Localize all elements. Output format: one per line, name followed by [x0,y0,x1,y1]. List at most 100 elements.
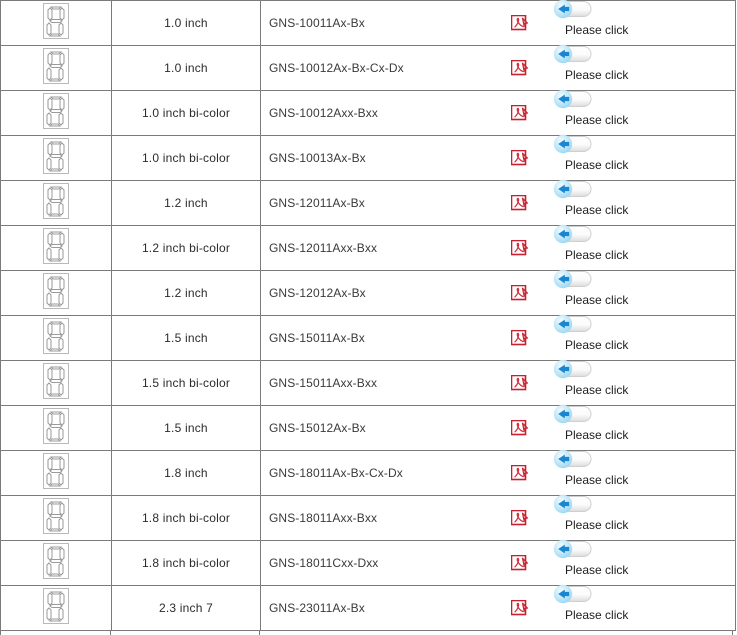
part-number-label: GNS-15011Axx-Bxx [269,376,378,390]
size-label: 1.0 inch bi-color [141,106,231,120]
inquiry-cell: Please click [537,539,735,585]
part-number-cell: GNS-18011Ax-Bx-Cx-Dx Please click [260,449,736,496]
table-row: 1.0 inch GNS-10012Ax-Bx-Cx-Dx Please cli… [0,44,736,91]
seven-segment-display-icon [43,182,69,219]
part-number-label: GNS-18011Cxx-Dxx [269,556,379,570]
table-row: 1.5 inch GNS-15011Ax-Bx Please click [0,314,736,361]
size-label: 1.2 inch bi-color [141,241,231,255]
datasheet-pdf-link[interactable] [501,419,537,437]
seven-segment-display-icon [43,47,69,84]
table-row: 1.0 inch GNS-10011Ax-Bx Please click [0,0,736,46]
datasheet-pdf-link[interactable] [501,149,537,167]
inquiry-cell: Please click [537,449,735,495]
inquiry-button[interactable]: Please click [551,224,681,270]
display-image-cell [0,495,112,541]
part-number-cell: GNS-10011Ax-Bx Please click [260,0,736,46]
display-image-cell [0,45,112,91]
display-image-cell [0,405,112,451]
inquiry-button[interactable]: Please click [551,0,681,45]
part-number-label: GNS-10011Ax-Bx [269,16,365,30]
datasheet-pdf-link[interactable] [501,374,537,392]
seven-segment-display-icon [43,272,69,309]
datasheet-pdf-link[interactable] [501,599,537,617]
inquiry-button[interactable]: Please click [551,134,681,180]
inquiry-button[interactable]: Please click [551,179,681,225]
inquiry-button[interactable]: Please click [551,584,681,630]
datasheet-pdf-link[interactable] [501,464,537,482]
please-click-label: Please click [565,383,629,397]
inquiry-cell: Please click [537,0,735,45]
inquiry-cell: Please click [537,269,735,315]
please-click-label: Please click [565,338,629,352]
inquiry-cell: Please click [537,44,735,90]
inquiry-cell: Please click [537,314,735,360]
seven-segment-display-icon [43,497,69,534]
size-cell: 1.8 inch [111,450,261,496]
inquiry-button[interactable]: Please click [551,314,681,360]
size-label: 1.5 inch [164,331,208,345]
display-image-cell [0,540,112,586]
please-click-label: Please click [565,518,629,532]
display-image-cell [0,585,112,631]
datasheet-pdf-link[interactable] [501,194,537,212]
inquiry-button[interactable]: Please click [551,44,681,90]
display-image-cell [0,90,112,136]
inquiry-button[interactable]: Please click [551,89,681,135]
part-number-label: GNS-23011Ax-Bx [269,601,365,615]
seven-segment-display-icon [43,92,69,129]
inquiry-button[interactable]: Please click [551,269,681,315]
part-number-label: GNS-12012Ax-Bx [269,286,366,300]
size-label: 1.2 inch [164,196,208,210]
datasheet-pdf-link[interactable] [501,284,537,302]
size-label: 1.8 inch [164,466,208,480]
product-listing-table: 1.0 inch GNS-10011Ax-Bx Please click 1.0… [0,0,736,631]
inquiry-cell: Please click [537,134,735,180]
display-image-cell [0,135,112,181]
part-number-cell: GNS-18011Cxx-Dxx Please click [260,539,736,586]
seven-segment-display-icon [43,542,69,579]
datasheet-pdf-link[interactable] [501,14,537,32]
table-row-partial [0,631,733,635]
size-cell: 1.2 inch [111,270,261,316]
size-label: 1.8 inch bi-color [141,511,231,525]
datasheet-pdf-link[interactable] [501,239,537,257]
size-label: 1.2 inch [164,286,208,300]
please-click-label: Please click [565,113,629,127]
size-label: 1.0 inch [164,16,208,30]
datasheet-pdf-link[interactable] [501,104,537,122]
inquiry-button[interactable]: Please click [551,449,681,495]
table-row: 1.5 inch GNS-15012Ax-Bx Please click [0,404,736,451]
seven-segment-display-icon [43,2,69,39]
part-number-label: GNS-18011Ax-Bx-Cx-Dx [269,466,403,480]
part-number-cell: GNS-10013Ax-Bx Please click [260,134,736,181]
size-cell: 1.0 inch bi-color [111,135,261,181]
inquiry-button[interactable]: Please click [551,404,681,450]
inquiry-button[interactable]: Please click [551,359,681,405]
datasheet-pdf-link[interactable] [501,509,537,527]
datasheet-pdf-link[interactable] [501,554,537,572]
inquiry-button[interactable]: Please click [551,494,681,540]
datasheet-pdf-link[interactable] [501,329,537,347]
part-number-cell: GNS-15012Ax-Bx Please click [260,404,736,451]
size-cell: 2.3 inch 7 [111,585,261,631]
please-click-label: Please click [565,473,629,487]
part-number-cell: GNS-10012Axx-Bxx Please click [260,89,736,136]
size-cell: 1.8 inch bi-color [111,540,261,586]
part-number-label: GNS-15012Ax-Bx [269,421,366,435]
size-label: 1.8 inch bi-color [141,556,231,570]
display-image-cell [0,180,112,226]
display-image-cell [0,360,112,406]
size-label: 1.5 inch bi-color [141,376,231,390]
part-number-label: GNS-18011Axx-Bxx [269,511,378,525]
seven-segment-display-icon [43,587,69,624]
display-image-cell [0,270,112,316]
inquiry-cell: Please click [537,359,735,405]
please-click-label: Please click [565,158,629,172]
please-click-label: Please click [565,563,629,577]
display-image-cell [0,225,112,271]
size-cell: 1.2 inch [111,180,261,226]
table-row: 1.0 inch bi-color GNS-10013Ax-Bx Please … [0,134,736,181]
please-click-label: Please click [565,68,629,82]
inquiry-button[interactable]: Please click [551,539,681,585]
datasheet-pdf-link[interactable] [501,59,537,77]
